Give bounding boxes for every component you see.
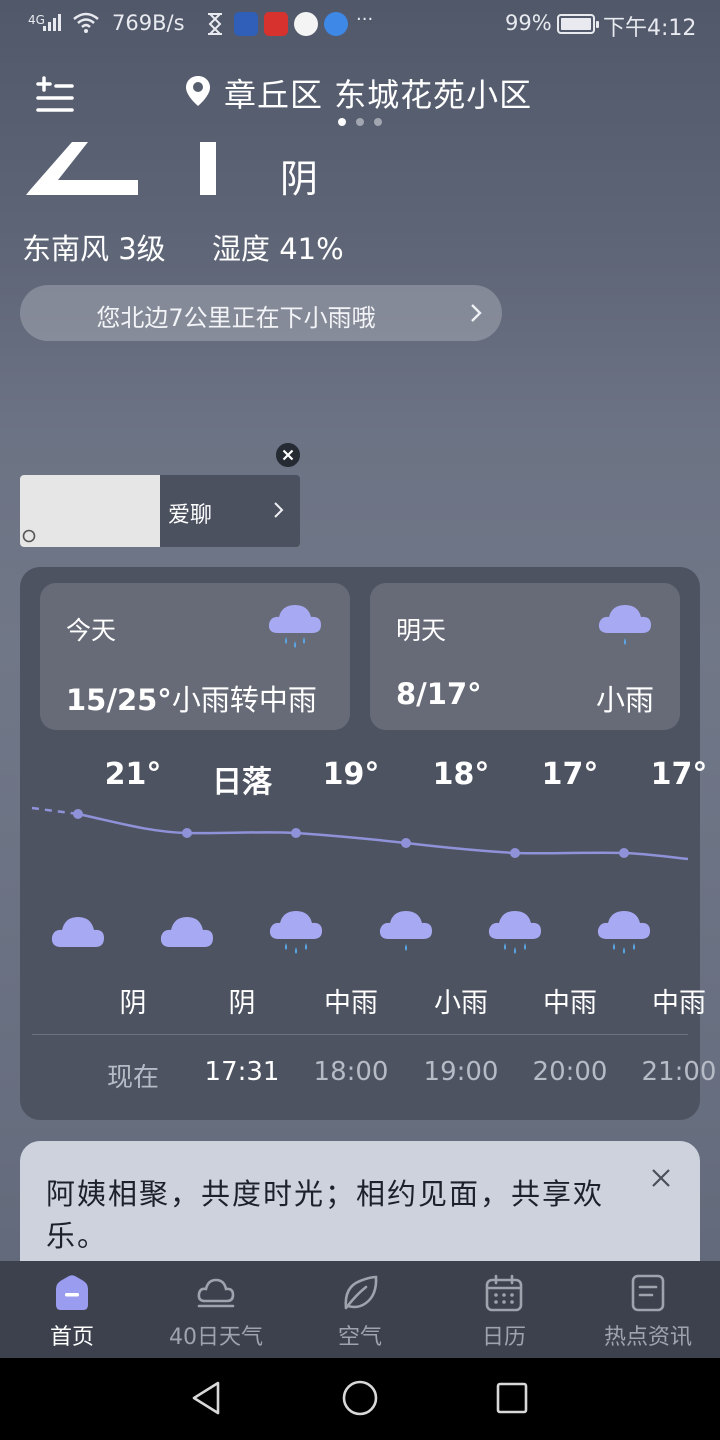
nav-label: 首页 xyxy=(49,1325,94,1350)
cloud-outline-icon xyxy=(197,1278,235,1308)
cloud-icon xyxy=(51,917,104,947)
cloud-rain-icon xyxy=(269,911,322,954)
leaf-icon xyxy=(344,1275,378,1310)
status-bar: 4G 769B/s ··· 99% 下午4:12 xyxy=(0,0,720,50)
location-name[interactable]: 章丘区 东城花苑小区 xyxy=(224,70,532,116)
day-temp-range: 15/25°小雨转中雨 xyxy=(66,683,317,717)
location-pin-icon xyxy=(186,76,210,106)
nav-news[interactable]: 热点资讯 xyxy=(576,1261,720,1358)
hourly-temp: 21° xyxy=(104,757,162,792)
notice-text: 阿姨相聚，共度时光；相约见面，共享欢乐。 xyxy=(46,1177,605,1253)
cloud-rain-icon xyxy=(268,605,321,648)
nav-air[interactable]: 空气 xyxy=(288,1261,432,1358)
ad-close-icon[interactable] xyxy=(276,443,300,467)
nav-label: 40日天气 xyxy=(169,1325,263,1350)
cloud-rain-icon xyxy=(598,605,651,645)
tomorrow-forecast[interactable]: 明天 8/17° 小雨 xyxy=(370,583,680,730)
nav-40day[interactable]: 40日天气 xyxy=(144,1261,288,1358)
day-label: 今天 xyxy=(66,616,117,645)
nav-label: 日历 xyxy=(481,1325,526,1350)
temp-point xyxy=(619,848,629,858)
hourly-condition: 中雨 xyxy=(543,988,597,1019)
temp-point xyxy=(182,828,192,838)
page-indicator-dot xyxy=(374,118,382,126)
news-icon xyxy=(631,1274,665,1312)
battery-icon xyxy=(557,14,599,34)
forecast-card: 今天 15/25°小雨转中雨 明天 8/17° 小雨 21° 阴 现在 日落 阴… xyxy=(20,567,716,1120)
cloud-rain-icon xyxy=(379,911,432,951)
temp-point xyxy=(401,838,411,848)
recents-icon[interactable] xyxy=(492,1378,532,1418)
day-temp-range: 8/17° xyxy=(396,677,482,711)
hourly-condition: 阴 xyxy=(119,988,147,1019)
temp-point xyxy=(73,809,83,819)
app-red-icon xyxy=(264,12,288,36)
ad-mark-icon xyxy=(22,529,36,543)
system-nav-bar xyxy=(0,1358,720,1440)
temp-point xyxy=(510,848,520,858)
nav-calendar[interactable]: 日历 xyxy=(432,1261,576,1358)
close-icon[interactable] xyxy=(650,1167,672,1189)
hourly-time: 19:00 xyxy=(423,1057,499,1087)
day-label: 明天 xyxy=(396,616,447,645)
hourly-time: 20:00 xyxy=(532,1057,608,1087)
hourly-time: 现在 xyxy=(106,1063,159,1093)
day-condition: 小雨 xyxy=(595,683,654,717)
hourly-condition: 中雨 xyxy=(324,988,378,1019)
rain-alert-text: 您北边7公里正在下小雨哦 xyxy=(96,304,376,332)
nav-label: 热点资讯 xyxy=(603,1325,692,1350)
nav-home[interactable]: 首页 xyxy=(0,1261,144,1358)
calendar-icon xyxy=(485,1274,523,1312)
hourly-condition: 阴 xyxy=(228,988,256,1019)
wifi-icon xyxy=(73,12,99,33)
ad-banner[interactable]: 爱聊 xyxy=(20,475,300,547)
network-speed: 769B/s xyxy=(112,11,185,35)
hourly-time: 17:31 xyxy=(204,1057,280,1087)
hourly-temp: 日落 xyxy=(212,765,272,800)
temp-point xyxy=(291,828,301,838)
rain-alert-banner[interactable]: 您北边7公里正在下小雨哦 xyxy=(20,285,502,341)
humidity-info: 湿度 41% xyxy=(212,232,344,266)
hourglass-icon xyxy=(208,13,222,35)
home-icon xyxy=(56,1275,88,1310)
app-compass-icon xyxy=(324,12,348,36)
page-indicator-dot xyxy=(338,118,346,126)
cloud-icon xyxy=(160,917,213,947)
cloud-rain-icon xyxy=(488,911,541,954)
divider xyxy=(32,1034,688,1035)
hourly-condition: 小雨 xyxy=(434,988,488,1019)
page-indicator-dot xyxy=(356,118,364,126)
ad-image xyxy=(20,475,160,547)
hourly-temp: 17° xyxy=(541,757,599,792)
chevron-right-icon xyxy=(274,502,284,518)
today-forecast[interactable]: 今天 15/25°小雨转中雨 xyxy=(40,583,350,730)
app-avatar-icon xyxy=(294,12,318,36)
signal-icon xyxy=(43,14,61,31)
hourly-time: 21:00 xyxy=(641,1057,717,1087)
hourly-time: 18:00 xyxy=(313,1057,389,1087)
bottom-nav: 首页 40日天气 空气 日历 热点资讯 xyxy=(0,1261,720,1358)
hourly-temp: 19° xyxy=(322,757,380,792)
battery-percent: 99% xyxy=(505,11,552,35)
back-icon[interactable] xyxy=(186,1378,226,1418)
hourly-temp: 18° xyxy=(432,757,490,792)
city-manage-icon[interactable] xyxy=(36,76,76,116)
app-cloud-icon xyxy=(234,12,258,36)
current-temperature xyxy=(24,142,224,198)
nav-label: 空气 xyxy=(337,1325,382,1350)
hourly-temp: 17° xyxy=(650,757,708,792)
wind-info: 东南风 3级 xyxy=(22,232,166,266)
cloud-rain-icon xyxy=(597,911,650,954)
more-notifications: ··· xyxy=(356,9,374,30)
hourly-temp-curve xyxy=(31,806,689,861)
ad-label: 爱聊 xyxy=(168,503,213,528)
home-button-icon[interactable] xyxy=(340,1378,380,1418)
status-time: 下午4:12 xyxy=(603,16,697,41)
current-condition: 阴 xyxy=(280,157,319,201)
chevron-right-icon xyxy=(471,304,482,322)
hourly-condition: 中雨 xyxy=(652,988,706,1019)
